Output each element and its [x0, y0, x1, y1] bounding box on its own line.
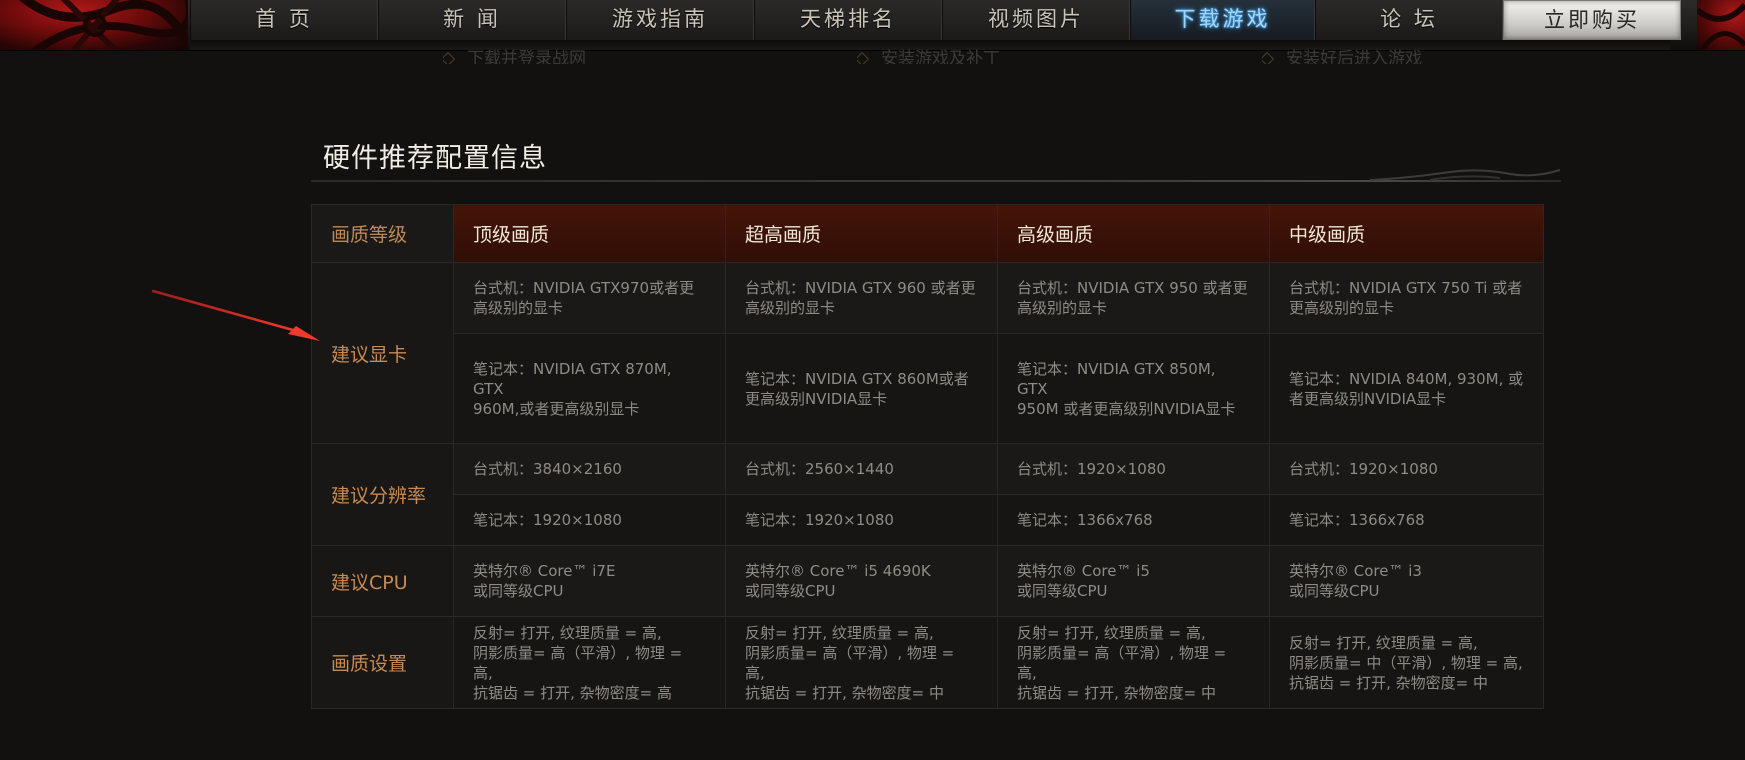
subnav-step-1[interactable]: 下载并登录战网: [443, 44, 683, 64]
table-row: 画质设置 反射= 打开, 纹理质量 = 高, 阴影质量= 高（平滑）, 物理 =…: [311, 616, 1544, 709]
resolution-row-label: 建议分辨率: [311, 443, 454, 546]
cpu-medium: 英特尔® Core™ i3 或同等级CPU: [1289, 562, 1422, 600]
gpu-row-label: 建议显卡: [311, 262, 454, 444]
cpu-ultra: 英特尔® Core™ i5 4690K 或同等级CPU: [745, 562, 931, 600]
nav-item-media[interactable]: 视频图片: [942, 0, 1130, 40]
table-row: 建议显卡 台式机：NVIDIA GTX970或者更 高级别的显卡 台式机：NVI…: [311, 262, 1544, 444]
subnav-step-2-label: 安装游戏及补丁: [881, 49, 1000, 64]
hardware-spec-table: 画质等级 顶级画质 超高画质 高级画质 中级画质 建议显卡 台式机：NVIDIA…: [311, 204, 1544, 709]
subnav-step-1-label: 下载并登录战网: [467, 49, 586, 64]
nav-item-download[interactable]: 下载游戏: [1130, 0, 1315, 40]
nav-item-news[interactable]: 新 闻: [378, 0, 566, 40]
gpu-desktop-ultra: 台式机：NVIDIA GTX 960 或者更 高级别的显卡: [745, 279, 976, 317]
graphics-row-label: 画质设置: [311, 616, 454, 709]
subnav-step-3[interactable]: 安装好后进入游戏: [1262, 44, 1512, 64]
nav-item-guide[interactable]: 游戏指南: [566, 0, 754, 40]
res-desktop-high: 台式机：1920×1080: [1017, 460, 1166, 478]
gpu-desktop-medium: 台式机：NVIDIA GTX 750 Ti 或者 更高级别的显卡: [1289, 279, 1523, 317]
buy-now-button[interactable]: 立即购买: [1503, 0, 1681, 40]
cpu-row-label: 建议CPU: [311, 545, 454, 617]
table-row: 建议分辨率 台式机：3840×2160 台式机：2560×1440 台式机：19…: [311, 443, 1544, 546]
nav-item-forum[interactable]: 论 坛: [1315, 0, 1503, 40]
res-laptop-medium: 笔记本：1366x768: [1289, 511, 1425, 529]
table-row: 笔记本：1920×1080 笔记本：1920×1080 笔记本：1366x768…: [312, 494, 1544, 546]
gpu-laptop-medium: 笔记本：NVIDIA 840M, 930M, 或 者更高级别NVIDIA显卡: [1289, 369, 1524, 408]
res-desktop-ultimate: 台式机：3840×2160: [473, 460, 622, 478]
table-header-row: 画质等级 顶级画质 超高画质 高级画质 中级画质: [311, 204, 1544, 263]
diamond-bullet-icon: [857, 51, 870, 64]
tier-header-medium: 中级画质: [1269, 204, 1544, 263]
gpu-laptop-ultimate: 笔记本：NVIDIA GTX 870M, GTX 960M,或者更高级别显卡: [473, 359, 672, 418]
tier-header-high: 高级画质: [997, 204, 1270, 263]
annotation-arrow-icon: [151, 289, 320, 341]
diamond-bullet-icon: [1262, 51, 1275, 64]
divider-ornament-icon: [1370, 169, 1560, 181]
res-laptop-ultra: 笔记本：1920×1080: [745, 511, 894, 529]
res-laptop-ultimate: 笔记本：1920×1080: [473, 511, 622, 529]
cpu-ultimate: 英特尔® Core™ i7E 或同等级CPU: [473, 562, 616, 600]
tier-header-ultra: 超高画质: [725, 204, 998, 263]
gfx-high: 反射= 打开, 纹理质量 = 高, 阴影质量= 高（平滑）, 物理 = 高, 抗…: [1017, 623, 1227, 702]
logo-emblem-icon: [19, 0, 188, 50]
subnav-step-3-label: 安装好后进入游戏: [1286, 49, 1422, 64]
gfx-medium: 反射= 打开, 纹理质量 = 高, 阴影质量= 中（平滑）, 物理 = 高, 抗…: [1289, 633, 1523, 692]
res-laptop-high: 笔记本：1366x768: [1017, 511, 1153, 529]
gfx-ultra: 反射= 打开, 纹理质量 = 高, 阴影质量= 高（平滑）, 物理 = 高, 抗…: [745, 623, 955, 702]
diamond-bullet-icon: [443, 51, 456, 64]
gpu-laptop-ultra: 笔记本：NVIDIA GTX 860M或者 更高级别NVIDIA显卡: [745, 369, 969, 408]
gpu-desktop-high: 台式机：NVIDIA GTX 950 或者更 高级别的显卡: [1017, 279, 1248, 317]
ornament-icon: [1697, 2, 1745, 50]
nav-item-home[interactable]: 首 页: [190, 0, 378, 40]
nav-right-ornament: [1697, 0, 1745, 50]
gfx-ultimate: 反射= 打开, 纹理质量 = 高, 阴影质量= 高（平滑）, 物理 = 高, 抗…: [473, 623, 683, 702]
quality-level-header: 画质等级: [311, 204, 454, 263]
tier-header-ultimate: 顶级画质: [453, 204, 726, 263]
gpu-laptop-high: 笔记本：NVIDIA GTX 850M, GTX 950M 或者更高级别NVID…: [1017, 359, 1236, 418]
game-logo[interactable]: [0, 0, 188, 50]
gpu-desktop-ultimate: 台式机：NVIDIA GTX970或者更 高级别的显卡: [473, 279, 695, 317]
section-title: 硬件推荐配置信息: [323, 143, 547, 174]
res-desktop-ultra: 台式机：2560×1440: [745, 460, 894, 478]
cpu-high: 英特尔® Core™ i5 或同等级CPU: [1017, 562, 1150, 600]
subnav-step-2[interactable]: 安装游戏及补丁: [857, 44, 1097, 64]
table-row: 建议CPU 英特尔® Core™ i7E 或同等级CPU 英特尔® Core™ …: [311, 545, 1544, 617]
table-row: 笔记本：NVIDIA GTX 870M, GTX 960M,或者更高级别显卡 笔…: [312, 333, 1544, 444]
nav-item-ladder[interactable]: 天梯排名: [754, 0, 942, 40]
res-desktop-medium: 台式机：1920×1080: [1289, 460, 1438, 478]
